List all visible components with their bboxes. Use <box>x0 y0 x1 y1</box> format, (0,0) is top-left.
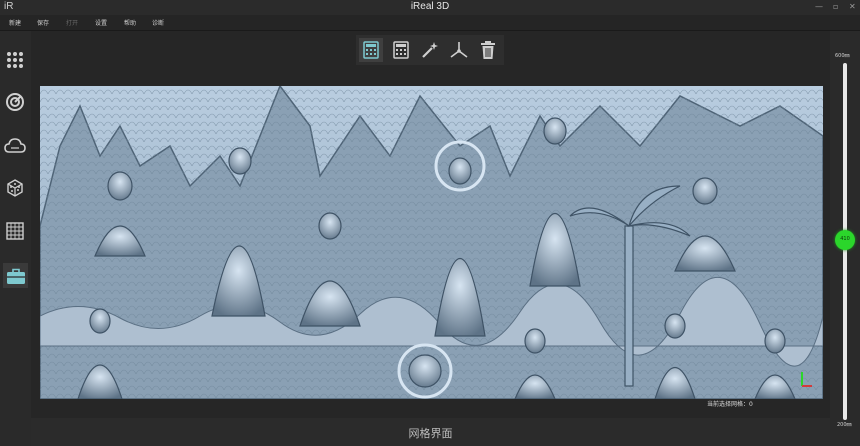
menu-help[interactable]: 帮助 <box>124 18 136 27</box>
mesh-viewport[interactable] <box>40 86 823 399</box>
top-toolbar <box>356 35 504 65</box>
relief-mesh-render <box>40 86 823 399</box>
trash-icon[interactable] <box>476 38 500 62</box>
maximize-icon[interactable]: ▫ <box>833 2 838 11</box>
menu-open[interactable]: 打开 <box>66 18 78 27</box>
grid-dots-icon[interactable] <box>4 49 26 71</box>
mesh-grid-icon[interactable] <box>4 220 26 242</box>
calculator-icon[interactable] <box>359 38 383 62</box>
menu-bar: 新建 保存 打开 设置 帮助 诊断 <box>0 15 860 31</box>
menu-settings[interactable]: 设置 <box>95 18 107 27</box>
slider-value-label: 410 <box>840 236 850 242</box>
axis-tripod-icon[interactable] <box>447 38 471 62</box>
slider-max-label: 600㎜ <box>835 53 850 59</box>
calculator-2-icon[interactable] <box>389 38 413 62</box>
menu-new[interactable]: 新建 <box>9 18 21 27</box>
menu-save[interactable]: 保存 <box>37 18 49 27</box>
depth-slider-handle[interactable]: 410 <box>835 230 855 250</box>
point-cube-icon[interactable] <box>4 177 26 199</box>
title-bar: iR iReal 3D — ▫ ✕ <box>0 0 860 15</box>
minimize-icon[interactable]: — <box>815 2 823 11</box>
toolbox-icon[interactable] <box>3 263 28 288</box>
magic-wand-icon[interactable] <box>418 38 442 62</box>
cloud-icon[interactable] <box>4 135 26 157</box>
page-title: 网格界面 <box>408 427 453 440</box>
menu-diagnose[interactable]: 诊断 <box>152 18 164 27</box>
slider-min-label: 200㎜ <box>837 422 852 428</box>
window-title: iReal 3D <box>410 1 450 12</box>
scan-dial-icon[interactable] <box>4 91 26 113</box>
selected-mesh-count: 当前选择网格：0 <box>707 401 753 408</box>
bottom-bar: 网格界面 <box>31 418 830 446</box>
close-icon[interactable]: ✕ <box>849 2 856 11</box>
